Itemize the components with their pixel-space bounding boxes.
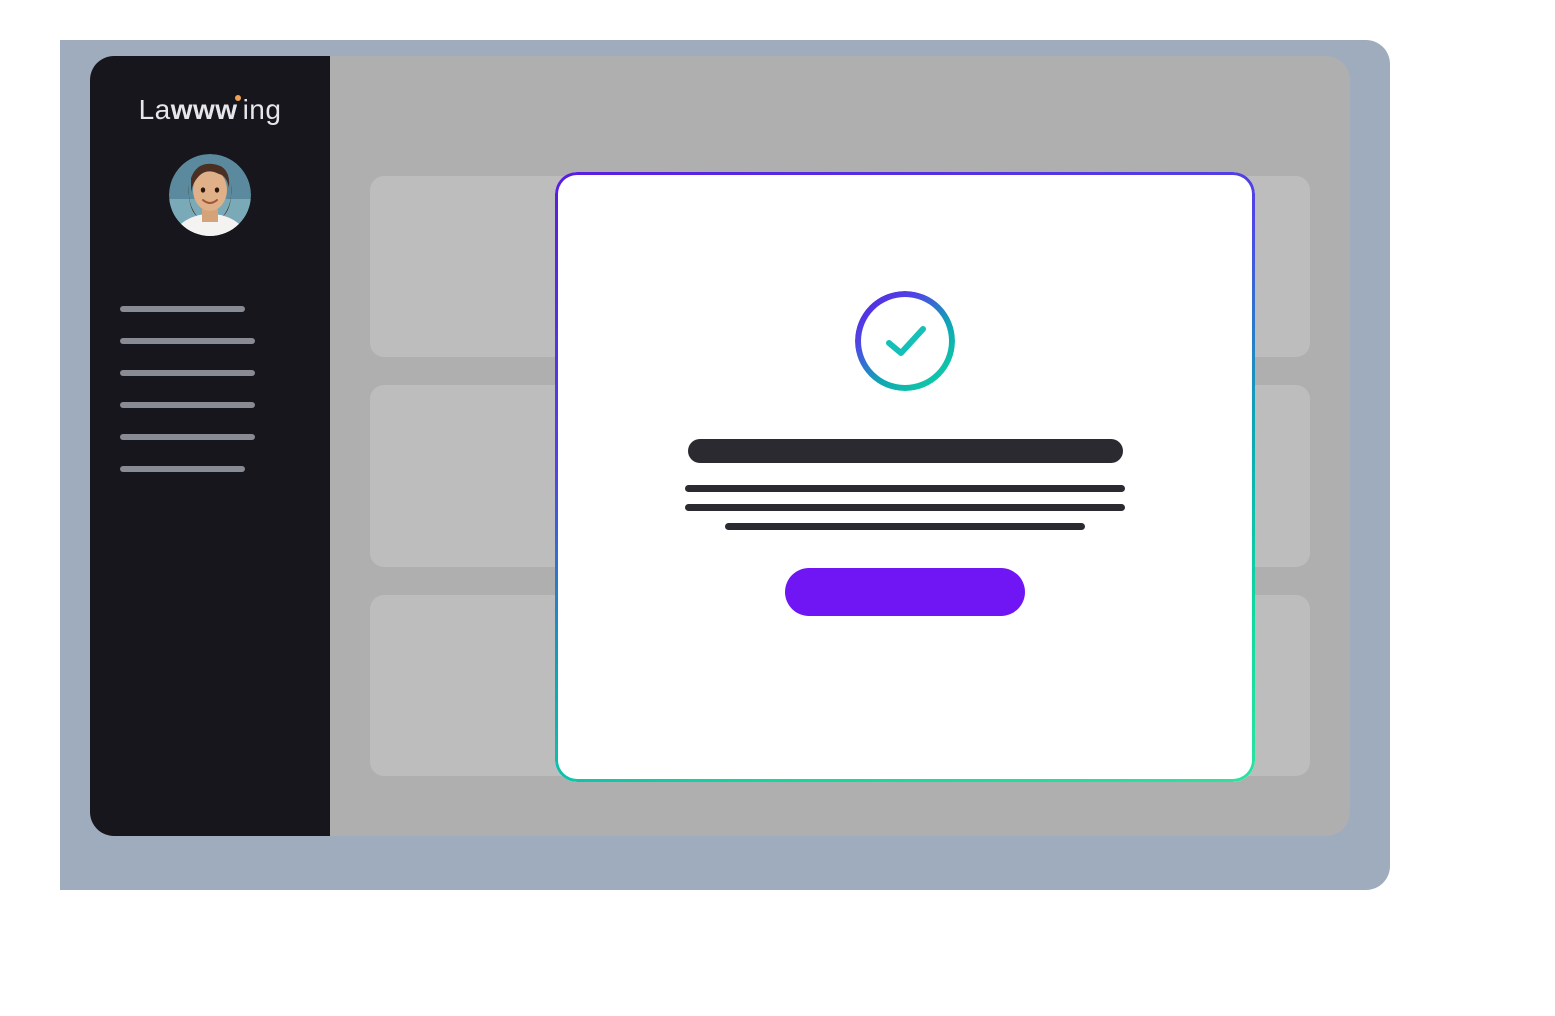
sidebar-item[interactable] (120, 434, 255, 440)
sidebar-item[interactable] (120, 306, 245, 312)
sidebar-item[interactable] (120, 402, 255, 408)
checkmark-icon (855, 291, 955, 391)
brand-logo: Lawwwing (139, 94, 282, 126)
avatar[interactable] (169, 154, 251, 236)
sidebar-nav (120, 306, 300, 498)
sidebar: Lawwwing (90, 56, 330, 836)
sidebar-item[interactable] (120, 370, 255, 376)
modal-body (559, 176, 1251, 778)
sidebar-item[interactable] (120, 338, 255, 344)
modal-title-placeholder (688, 439, 1123, 463)
success-modal (555, 172, 1255, 782)
logo-part-2: www (171, 94, 238, 125)
avatar-illustration (169, 154, 251, 236)
stage: Lawwwing (60, 40, 1390, 890)
modal-cta-button[interactable] (785, 568, 1025, 616)
logo-dot-icon (235, 95, 241, 101)
logo-part-3: ing (243, 94, 282, 125)
modal-text-line (685, 504, 1125, 511)
modal-text-line (685, 485, 1125, 492)
sidebar-item[interactable] (120, 466, 245, 472)
logo-part-1: La (139, 94, 171, 125)
modal-text-line (725, 523, 1085, 530)
